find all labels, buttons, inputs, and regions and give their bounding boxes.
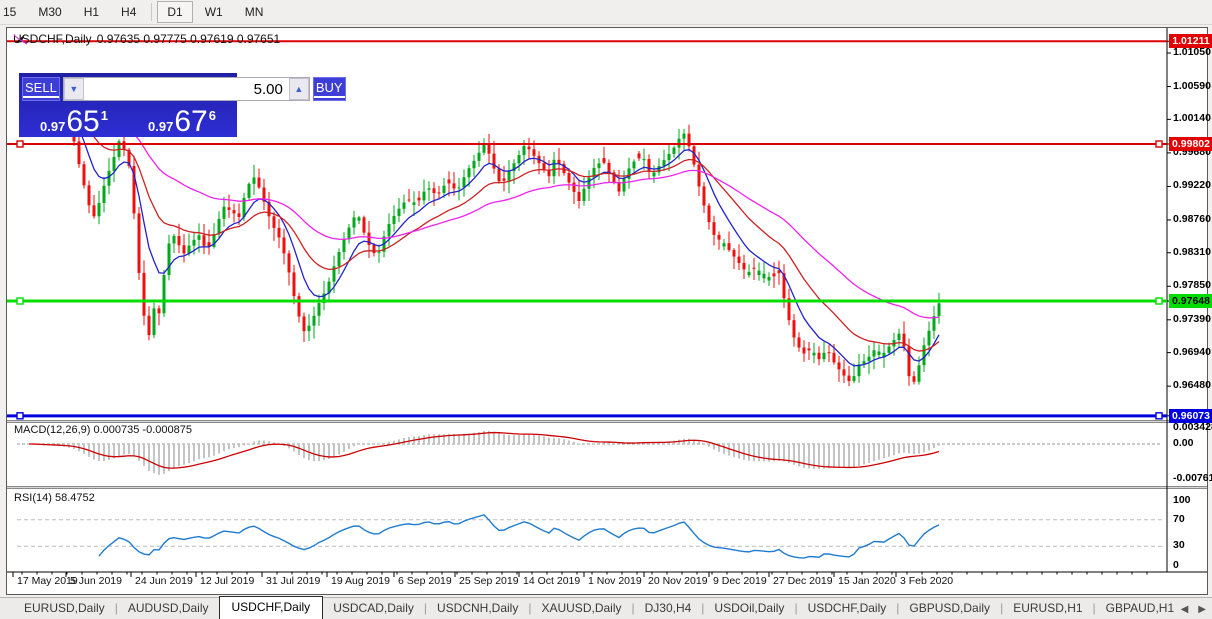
- price-axis-tick: 1.00590: [1173, 79, 1211, 92]
- tab-usdchf-daily[interactable]: USDCHF,Daily: [798, 598, 897, 619]
- date-axis-label: 17 May 2019: [17, 575, 78, 587]
- tab-usdcad-daily[interactable]: USDCAD,Daily: [323, 598, 424, 619]
- tab-usdchf-daily[interactable]: USDCHF,Daily: [218, 596, 324, 619]
- volume-increase-button[interactable]: ▲: [288, 78, 309, 100]
- price-axis-tick: 0.99220: [1173, 179, 1211, 192]
- macd-indicator-label: MACD(12,26,9) 0.000735 -0.000875: [14, 424, 192, 436]
- timeframe-button-mn[interactable]: MN: [235, 1, 274, 23]
- date-axis-label: 9 Dec 2019: [713, 575, 767, 587]
- date-axis-label: 14 Oct 2019: [523, 575, 581, 587]
- date-axis-label: 20 Nov 2019: [648, 575, 708, 587]
- date-axis-label: 1 Nov 2019: [588, 575, 642, 587]
- price-axis-tick: 1.00140: [1173, 112, 1211, 125]
- rsi-indicator-label: RSI(14) 58.4752: [14, 492, 95, 504]
- price-level-badge: 0.99802: [1169, 137, 1212, 151]
- date-axis-label: 25 Sep 2019: [459, 575, 519, 587]
- date-axis-label: 27 Dec 2019: [773, 575, 833, 587]
- price-level-badge: 0.97648: [1169, 294, 1212, 308]
- date-axis-label: 19 Aug 2019: [331, 575, 390, 587]
- price-axis-tick: 0.96940: [1173, 345, 1211, 358]
- date-axis-label: 12 Jul 2019: [200, 575, 255, 587]
- chart-window: USDCHF,Daily 0.97635 0.97775 0.97619 0.9…: [6, 27, 1212, 595]
- tab-dj30-h4[interactable]: DJ30,H4: [635, 598, 702, 619]
- buy-button[interactable]: BUY: [312, 77, 346, 101]
- date-axis-label: 6 Sep 2019: [398, 575, 452, 587]
- date-axis-label: 3 Feb 2020: [900, 575, 954, 587]
- rsi-scale-label: 0: [1173, 559, 1179, 571]
- timeframe-button-w1[interactable]: W1: [195, 1, 233, 23]
- chart-title: USDCHF,Daily 0.97635 0.97775 0.97619 0.9…: [13, 32, 280, 46]
- timeframe-button-h4[interactable]: H4: [111, 1, 146, 23]
- rsi-scale-label: 70: [1173, 513, 1185, 525]
- volume-decrease-button[interactable]: ▼: [63, 78, 84, 100]
- price-axis-tick: 0.96480: [1173, 379, 1211, 392]
- tab-audusd-daily[interactable]: AUDUSD,Daily: [118, 598, 219, 619]
- date-axis-label: 24 Jun 2019: [135, 575, 193, 587]
- pointer-cursor-icon: [13, 34, 28, 45]
- toolbar-separator: [151, 3, 153, 21]
- sell-price-display[interactable]: 0.97 65 1: [22, 105, 126, 137]
- price-axis-tick: 0.98760: [1173, 212, 1211, 225]
- tab-gbpusd-daily[interactable]: GBPUSD,Daily: [899, 598, 1000, 619]
- tab-xauusd-daily[interactable]: XAUUSD,Daily: [531, 598, 631, 619]
- price-level-badge: 1.01211: [1169, 34, 1212, 49]
- volume-input[interactable]: [83, 80, 289, 98]
- tab-gbpaud-h1[interactable]: GBPAUD,H1: [1096, 598, 1184, 619]
- tab-eurusd-daily[interactable]: EURUSD,Daily: [14, 598, 115, 619]
- chart-tab-bar: ◀ ▶ EURUSD,Daily | AUDUSD,Daily USDCHF,Dail…: [0, 596, 1212, 619]
- one-click-trade-panel: SELL ▼ ▲ BUY 0.97 65 1: [19, 73, 346, 137]
- timeframe-button-15[interactable]: 15: [0, 1, 26, 23]
- macd-scale-label: 0.00: [1173, 437, 1194, 449]
- timeframe-button-m30[interactable]: M30: [28, 1, 71, 23]
- macd-scale-label: -0.007615: [1173, 472, 1212, 484]
- tab-scroll-left-icon[interactable]: ◀: [1181, 604, 1189, 615]
- timeframe-toolbar: 15 M30 H1 H4 D1 W1 MN: [0, 0, 1212, 25]
- tab-scroll-right-icon[interactable]: ▶: [1198, 604, 1206, 615]
- rsi-scale-label: 100: [1173, 494, 1191, 506]
- date-axis-label: 15 Jan 2020: [838, 575, 896, 587]
- chart-ohlc-values: 0.97635 0.97775 0.97619 0.97651: [96, 32, 281, 46]
- chevron-down-icon: ▼: [69, 84, 79, 94]
- sell-button[interactable]: SELL: [22, 77, 60, 101]
- chevron-up-icon: ▲: [294, 84, 304, 94]
- buy-price-display[interactable]: 0.97 67 6: [130, 105, 234, 137]
- price-level-badge: 0.96073: [1169, 408, 1212, 423]
- price-axis-tick: 0.97850: [1173, 279, 1211, 292]
- tab-eurusd-h1[interactable]: EURUSD,H1: [1003, 598, 1092, 619]
- timeframe-button-d1[interactable]: D1: [157, 1, 193, 23]
- rsi-scale-label: 30: [1173, 539, 1185, 551]
- price-axis-tick: 0.97390: [1173, 312, 1211, 325]
- tab-usdcnh-daily[interactable]: USDCNH,Daily: [427, 598, 528, 619]
- date-axis-label: 5 Jun 2019: [70, 575, 122, 587]
- price-axis-tick: 0.98310: [1173, 245, 1211, 258]
- timeframe-button-h1[interactable]: H1: [74, 1, 109, 23]
- date-axis-label: 31 Jul 2019: [266, 575, 321, 587]
- tab-usdoil-daily[interactable]: USDOil,Daily: [704, 598, 794, 619]
